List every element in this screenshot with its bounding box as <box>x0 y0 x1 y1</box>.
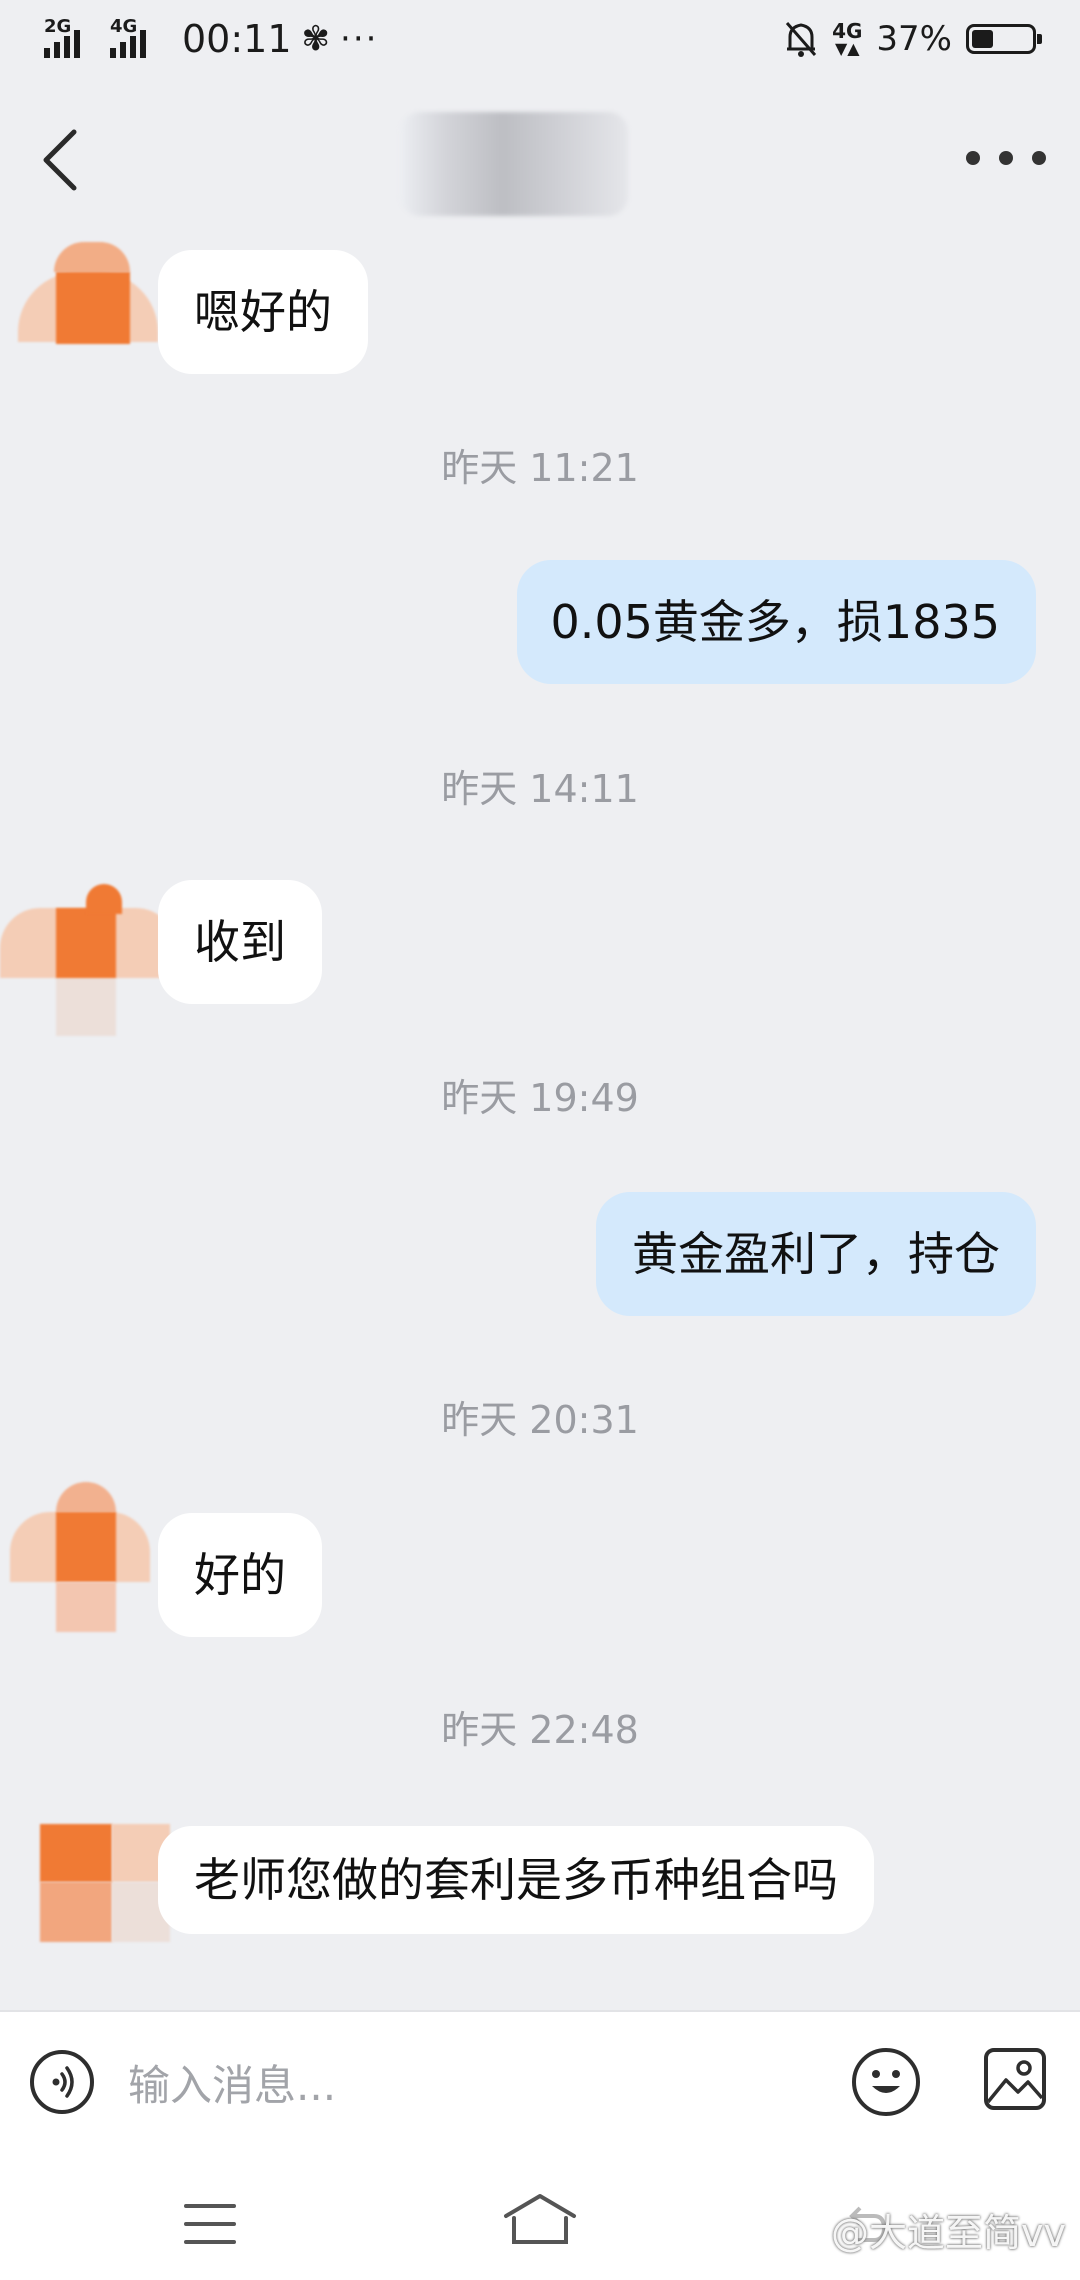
message-timestamp: 昨天 20:31 <box>441 1398 639 1442</box>
network-type-label: 4G <box>832 19 863 43</box>
input-bar <box>0 2010 1080 2160</box>
more-options-button[interactable] <box>966 138 1046 178</box>
emoji-icon <box>872 2070 900 2093</box>
bell-off-icon <box>785 22 817 57</box>
menu-button[interactable] <box>184 2204 236 2244</box>
voice-icon <box>52 2066 74 2098</box>
back-button[interactable] <box>30 120 90 200</box>
chevron-left-icon <box>43 129 77 191</box>
message-text: 0.05黄金多，损1835 <box>550 595 1001 649</box>
message-timestamp: 昨天 22:48 <box>441 1708 639 1752</box>
contact-avatar[interactable] <box>0 878 176 1036</box>
incoming-message[interactable]: 好的 <box>158 1513 322 1637</box>
network-badge: 4G ▼▲ <box>832 21 862 57</box>
more-dot <box>999 151 1013 165</box>
status-bar: 2G 4G 00:11 ✾ ··· 4G ▼▲ 37% <box>0 0 1080 80</box>
incoming-message[interactable]: 收到 <box>158 880 322 1004</box>
voice-button[interactable] <box>30 2050 94 2114</box>
status-left: 2G 4G 00:11 ✾ ··· <box>44 18 378 60</box>
outgoing-message[interactable]: 黄金盈利了，持仓 <box>596 1192 1036 1316</box>
message-timestamp: 昨天 19:49 <box>441 1076 639 1120</box>
menu-icon <box>184 2204 236 2208</box>
system-nav-bar: @大道至简vv <box>0 2160 1080 2280</box>
chat-screen: 2G 4G 00:11 ✾ ··· 4G ▼▲ 37% 嗯好的 昨天 11:21… <box>0 0 1080 2280</box>
contact-avatar[interactable] <box>10 1482 150 1632</box>
message-input[interactable] <box>126 2052 830 2118</box>
battery-percent: 37% <box>876 19 952 59</box>
signal-bars <box>44 30 80 58</box>
more-dot <box>966 151 980 165</box>
home-icon <box>504 2194 576 2244</box>
incoming-message[interactable]: 老师您做的套利是多币种组合吗 <box>158 1826 874 1934</box>
status-right: 4G ▼▲ 37% <box>784 18 1042 60</box>
image-icon <box>988 2060 1042 2104</box>
message-timestamp: 昨天 11:21 <box>441 446 639 490</box>
data-arrows-icon: ▼▲ <box>834 39 860 58</box>
signal-strength-icon: 4G <box>110 18 166 60</box>
signal-bars <box>110 30 146 58</box>
more-dot <box>1032 151 1046 165</box>
more-notifications-icon: ··· <box>340 19 379 59</box>
signal-strength-icon: 2G <box>44 18 100 60</box>
message-text: 老师您做的套利是多币种组合吗 <box>194 1853 838 1907</box>
message-list[interactable]: 嗯好的 昨天 11:21 0.05黄金多，损1835 昨天 14:11 收到 昨… <box>0 230 1080 2010</box>
battery-tip <box>1037 34 1042 44</box>
status-time: 00:11 <box>182 17 292 61</box>
image-button[interactable] <box>984 2048 1046 2110</box>
menu-icon <box>184 2240 236 2244</box>
outgoing-message[interactable]: 0.05黄金多，损1835 <box>516 560 1036 684</box>
message-text: 收到 <box>194 915 286 969</box>
emoji-button[interactable] <box>852 2048 920 2116</box>
chat-header <box>0 80 1080 230</box>
watermark: @大道至简vv <box>831 2211 1066 2255</box>
fan-icon: ✾ <box>301 19 331 59</box>
battery-fill <box>972 30 993 48</box>
incoming-message[interactable]: 嗯好的 <box>158 250 368 374</box>
message-timestamp: 昨天 14:11 <box>441 767 639 811</box>
message-text: 嗯好的 <box>194 285 332 339</box>
message-text: 黄金盈利了，持仓 <box>632 1227 1000 1281</box>
home-button[interactable] <box>502 2192 578 2248</box>
menu-icon <box>184 2222 236 2226</box>
contact-name-blurred <box>400 112 628 216</box>
contact-avatar[interactable] <box>18 242 158 382</box>
battery-icon <box>966 24 1042 54</box>
message-text: 好的 <box>194 1548 286 1602</box>
